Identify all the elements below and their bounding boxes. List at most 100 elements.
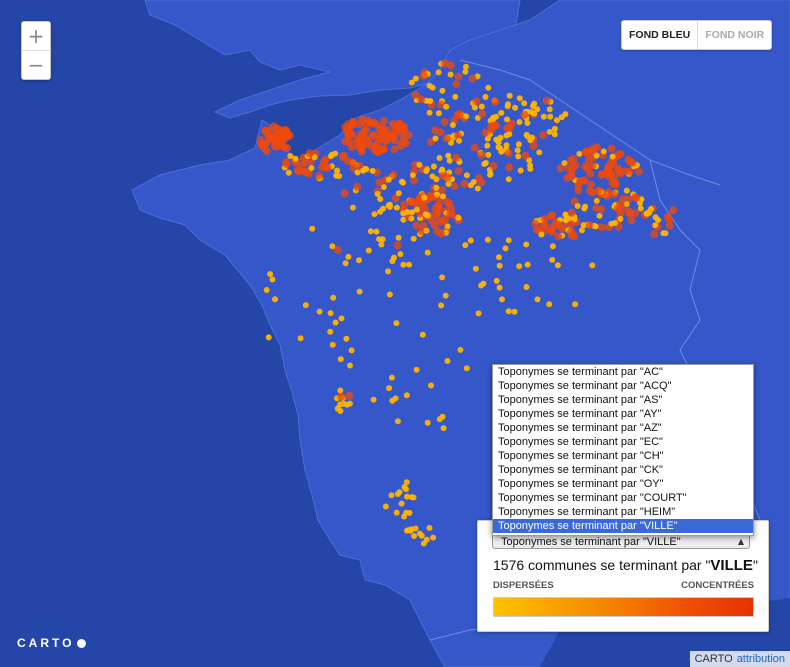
commune-point [446,157,453,164]
commune-point [435,69,442,76]
commune-point [433,184,440,191]
carto-logo: CARTO [17,636,87,650]
commune-point [593,152,600,159]
commune-point [408,215,415,222]
commune-point [662,230,669,237]
commune-point [389,258,396,265]
commune-point [400,261,407,268]
commune-point [403,486,409,493]
commune-point [521,100,528,107]
commune-point [448,210,457,219]
dropdown-option[interactable]: Toponymes se terminant par "VILLE" [493,519,753,533]
commune-point [637,205,644,212]
dropdown-option[interactable]: Toponymes se terminant par "AZ" [493,421,753,435]
count-prefix: 1576 communes se terminant par " [493,557,711,573]
toponym-dropdown-list[interactable]: Toponymes se terminant par "AC" Toponymes… [492,364,754,536]
commune-point [497,134,504,141]
commune-point [625,167,634,176]
commune-point [452,93,459,100]
commune-point [487,122,496,131]
commune-point [338,153,347,161]
commune-point [503,132,510,139]
commune-point [348,347,355,354]
commune-point [485,151,492,158]
commune-point [529,142,538,151]
commune-point [516,263,523,270]
commune-point [393,509,400,516]
commune-point [261,126,270,135]
commune-point [556,164,565,173]
commune-point [611,180,620,189]
fond-bleu-button[interactable]: FOND BLEU [622,21,697,49]
commune-point [652,222,659,229]
attribution-link[interactable]: attribution [737,653,785,665]
commune-point [423,536,430,543]
commune-point [505,163,514,172]
commune-point [439,217,448,226]
commune-point [487,171,493,178]
commune-point [548,211,557,220]
dropdown-option[interactable]: Toponymes se terminant par "EC" [493,435,753,449]
commune-point [539,130,548,139]
commune-point [267,271,274,278]
commune-point [422,211,429,218]
commune-point [393,320,400,327]
commune-point [491,97,500,106]
count-end: " [752,557,758,573]
commune-point [442,134,451,143]
dropdown-option[interactable]: Toponymes se terminant par "AC" [493,365,753,379]
dropdown-option[interactable]: Toponymes se terminant par "AY" [493,407,753,421]
commune-point [554,262,561,269]
commune-point [505,308,512,315]
commune-point [582,203,589,210]
dropdown-option[interactable]: Toponymes se terminant par "CH" [493,449,753,463]
commune-point [370,132,379,141]
legend-concentrated-label: CONCENTRÉES [681,580,754,591]
commune-point [540,113,547,120]
dropdown-option[interactable]: Toponymes se terminant par "ACQ" [493,379,753,393]
commune-point [618,204,627,213]
commune-point [482,160,489,166]
commune-point [378,241,385,248]
dropdown-option[interactable]: Toponymes se terminant par "AS" [493,393,753,407]
commune-point [452,153,461,162]
commune-point [345,253,352,260]
commune-point [398,500,405,507]
commune-point [396,489,403,496]
commune-point [354,169,361,176]
commune-point [340,189,349,198]
commune-point [302,302,309,309]
commune-point [363,166,370,173]
commune-point [628,158,637,167]
commune-point [440,193,446,200]
commune-point [457,346,464,353]
commune-point [567,169,576,177]
commune-point [293,166,302,175]
commune-point [505,101,511,108]
commune-point [426,109,433,116]
dropdown-option[interactable]: Toponymes se terminant par "HEIM" [493,505,753,519]
dropdown-option[interactable]: Toponymes se terminant par "OY" [493,477,753,491]
commune-point [421,194,428,201]
zoom-out-button[interactable]: − [22,50,50,79]
fond-noir-button[interactable]: FOND NOIR [697,21,771,49]
commune-point [562,211,569,218]
commune-point [470,143,479,152]
basemap-toggle: FOND BLEU FOND NOIR [621,20,773,50]
commune-point [576,150,583,157]
commune-point [567,208,576,217]
commune-point [365,247,372,254]
commune-point [463,365,470,372]
commune-point [600,148,607,155]
commune-point [344,120,353,129]
dropdown-option[interactable]: Toponymes se terminant par "COURT" [493,491,753,505]
dropdown-option[interactable]: Toponymes se terminant par "CK" [493,463,753,477]
commune-point [337,401,344,408]
zoom-in-button[interactable]: + [22,22,50,50]
commune-point [388,492,395,499]
commune-point [588,161,597,170]
commune-point [567,220,576,229]
commune-point [398,123,407,132]
commune-point [478,109,487,118]
commune-point [506,92,513,99]
